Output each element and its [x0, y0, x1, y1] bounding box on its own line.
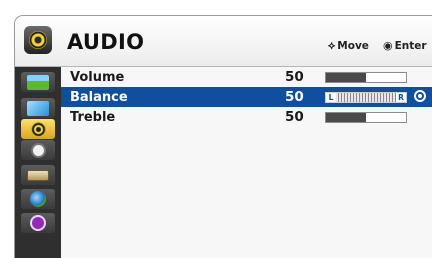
speaker-icon	[24, 26, 52, 54]
balance-right-cap: R	[396, 93, 406, 102]
info-icon	[30, 215, 46, 231]
menu-item-label: Balance	[70, 90, 128, 105]
sidebar-item-info[interactable]	[21, 213, 55, 233]
toolbox-icon	[27, 169, 49, 181]
clock-icon	[30, 142, 46, 158]
treble-slider[interactable]	[325, 112, 407, 123]
sidebar-item-time[interactable]	[21, 140, 55, 160]
menu-item-value: 50	[285, 69, 304, 85]
balance-left-cap: L	[326, 93, 336, 102]
menu-item-treble[interactable]: Treble 50	[61, 107, 432, 127]
category-sidebar	[15, 67, 61, 258]
sidebar-item-picture[interactable]	[21, 72, 55, 92]
picture-icon	[27, 74, 49, 90]
enter-hint: ◉ Enter	[383, 39, 427, 52]
sidebar-item-network[interactable]	[21, 189, 55, 209]
sidebar-item-setup[interactable]	[21, 165, 55, 185]
volume-slider[interactable]	[325, 72, 407, 83]
menu-item-balance[interactable]: Balance 50 L R	[61, 87, 432, 107]
menu-item-label: Treble	[70, 110, 116, 125]
sidebar-item-screen[interactable]	[21, 98, 55, 118]
menu-header: AUDIO ⟡ Move ◉ Enter	[15, 16, 432, 67]
globe-icon	[30, 191, 46, 207]
audio-settings-list: Volume 50 Balance 50 L R Treble 50	[61, 67, 432, 258]
screen-icon	[27, 100, 49, 116]
move-arrows-icon: ⟡	[328, 39, 336, 52]
volume-slider-fill	[326, 73, 366, 82]
menu-item-label: Volume	[70, 70, 125, 85]
speaker-icon	[30, 121, 46, 137]
audio-menu-panel: AUDIO ⟡ Move ◉ Enter Volume 50 Balance 5…	[14, 15, 432, 258]
move-hint: ⟡ Move	[328, 39, 369, 53]
enter-button-icon[interactable]	[414, 90, 426, 102]
enter-button-icon: ◉	[383, 39, 393, 52]
menu-item-value: 50	[285, 109, 304, 125]
move-hint-label: Move	[337, 40, 369, 52]
menu-item-value: 50	[285, 89, 304, 105]
treble-slider-fill	[326, 113, 366, 122]
enter-hint-label: Enter	[394, 40, 427, 52]
menu-item-volume[interactable]: Volume 50	[61, 67, 432, 87]
sidebar-item-audio[interactable]	[21, 119, 55, 139]
balance-slider[interactable]: L R	[325, 92, 407, 103]
page-title: AUDIO	[67, 30, 145, 54]
